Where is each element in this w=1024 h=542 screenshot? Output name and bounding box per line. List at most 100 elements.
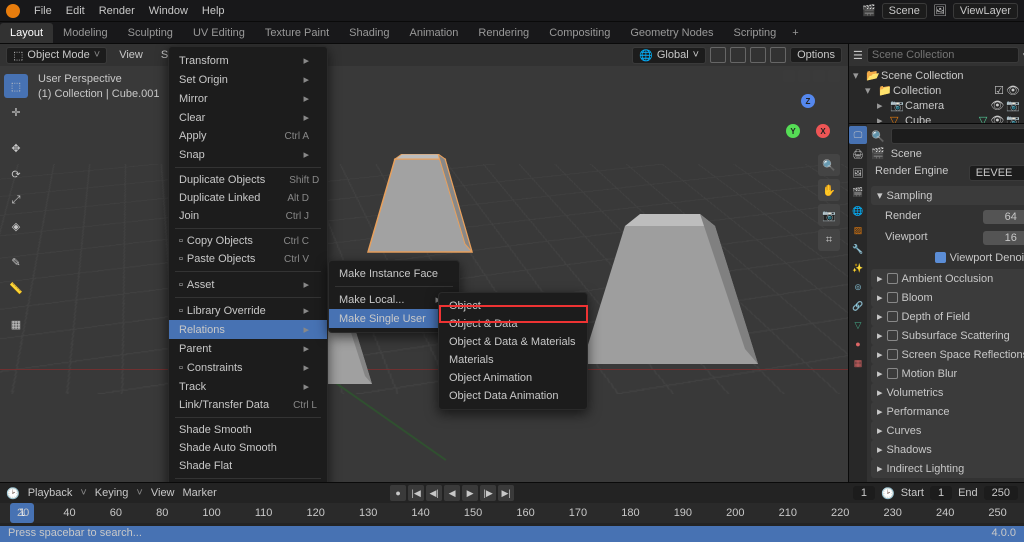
keyframe-prev-icon[interactable]: ◀| [426, 485, 442, 501]
output-tab-icon[interactable]: 🖨 [849, 145, 867, 163]
mi-relations[interactable]: Relations▸ [169, 320, 327, 339]
mi-object-data[interactable]: Object & Data [439, 315, 587, 333]
menu-file[interactable]: File [28, 3, 58, 19]
orientation-selector[interactable]: 🌐 Global ˅ [632, 47, 706, 64]
mi-constraints[interactable]: ▫Constraints▸ [169, 358, 327, 377]
panel-depth-of-field[interactable]: ▸Depth of Field [871, 307, 1024, 326]
viewlayer-tab-icon[interactable]: 🖼 [849, 164, 867, 182]
gizmo-z-icon[interactable]: Z [801, 94, 815, 108]
modifier-tab-icon[interactable]: 🔧 [849, 240, 867, 258]
outliner-tree[interactable]: ▾📂Scene Collection▾📁Collection☑👁▸📷Camera… [849, 66, 1024, 123]
tl-menu-view[interactable]: View [151, 487, 175, 499]
mi-apply[interactable]: ApplyCtrl A [169, 127, 327, 145]
ws-rendering[interactable]: Rendering [468, 23, 539, 43]
add-workspace-button[interactable]: + [786, 25, 804, 41]
tl-menu-marker[interactable]: Marker [183, 487, 217, 499]
mi-asset[interactable]: ▫Asset▸ [169, 275, 327, 294]
sampling-panel-header[interactable]: ▾Sampling [871, 186, 1024, 205]
ws-uv-editing[interactable]: UV Editing [183, 23, 255, 43]
panel-subsurface-scattering[interactable]: ▸Subsurface Scattering [871, 326, 1024, 345]
search-icon[interactable]: 🔍 [871, 130, 885, 143]
tree-scene-collection[interactable]: ▾📂Scene Collection [849, 68, 1024, 83]
timeline-editor-icon[interactable]: 🕑 [6, 487, 20, 500]
menu-help[interactable]: Help [196, 3, 231, 19]
ws-modeling[interactable]: Modeling [53, 23, 118, 43]
mi-copy-objects[interactable]: ▫Copy ObjectsCtrl C [169, 232, 327, 250]
jump-end-icon[interactable]: ▶| [498, 485, 514, 501]
tree-camera[interactable]: ▸📷Camera👁📷 [849, 98, 1024, 113]
data-tab-icon[interactable]: ▽ [849, 316, 867, 334]
cursor-tool[interactable]: ✛ [4, 100, 28, 124]
mi-object-animation[interactable]: Object Animation [439, 369, 587, 387]
constraint-tab-icon[interactable]: 🔗 [849, 297, 867, 315]
camera-view-icon[interactable]: 📷 [818, 204, 840, 226]
vp-menu-view[interactable]: View [113, 47, 149, 63]
menu-window[interactable]: Window [143, 3, 194, 19]
timeline-panel[interactable]: 🕑 Playback ˅ Keying ˅ View Marker ● |◀ ◀… [0, 482, 1024, 526]
ws-compositing[interactable]: Compositing [539, 23, 620, 43]
autokey-icon[interactable]: ● [390, 485, 406, 501]
mi-make-instance-face[interactable]: Make Instance Face [329, 265, 459, 283]
ws-texture-paint[interactable]: Texture Paint [255, 23, 339, 43]
render-samples-value[interactable]: 64 [983, 210, 1024, 224]
mi-materials[interactable]: Materials [439, 351, 587, 369]
move-tool[interactable]: ✥ [4, 136, 28, 160]
mi-parent[interactable]: Parent▸ [169, 339, 327, 358]
texture-tab-icon[interactable]: ▦ [849, 354, 867, 372]
tree-cube[interactable]: ▸▽Cube▽👁📷 [849, 113, 1024, 123]
jump-start-icon[interactable]: |◀ [408, 485, 424, 501]
start-frame-field[interactable]: 1 [930, 486, 952, 500]
mi-shade-flat[interactable]: Shade Flat [169, 457, 327, 475]
mi-join[interactable]: JoinCtrl J [169, 207, 327, 225]
denoise-checkbox[interactable] [935, 252, 946, 263]
scene-name-field[interactable]: Scene [882, 3, 927, 19]
hi-4[interactable] [828, 70, 840, 82]
pan-icon[interactable]: ✋ [818, 179, 840, 201]
timeline-ruler[interactable]: 1 20406080100110120130140150160170180190… [0, 503, 1024, 523]
menu-edit[interactable]: Edit [60, 3, 91, 19]
ws-layout[interactable]: Layout [0, 23, 53, 43]
persp-toggle-icon[interactable]: ⌗ [818, 229, 840, 251]
overlay-toggle-icon[interactable] [750, 47, 766, 63]
outliner-filter-field[interactable] [867, 47, 1019, 63]
keyframe-next-icon[interactable]: |▶ [480, 485, 496, 501]
hi-3[interactable] [813, 70, 825, 82]
mi-set-origin[interactable]: Set Origin▸ [169, 70, 327, 89]
mi-library-override[interactable]: ▫Library Override▸ [169, 301, 327, 320]
tree-collection[interactable]: ▾📁Collection☑👁 [849, 83, 1024, 98]
mi-object-data-animation[interactable]: Object Data Animation [439, 387, 587, 405]
mi-object-data-materials[interactable]: Object & Data & Materials [439, 333, 587, 351]
panel-bloom[interactable]: ▸Bloom [871, 288, 1024, 307]
panel-ambient-occlusion[interactable]: ▸Ambient Occlusion [871, 269, 1024, 288]
tl-menu-keying[interactable]: Keying [95, 487, 129, 499]
xray-toggle-icon[interactable] [770, 47, 786, 63]
ws-sculpting[interactable]: Sculpting [118, 23, 183, 43]
viewport-samples-value[interactable]: 16 [983, 231, 1024, 245]
world-tab-icon[interactable]: 🌐 [849, 202, 867, 220]
menu-render[interactable]: Render [93, 3, 141, 19]
physics-tab-icon[interactable]: ⊚ [849, 278, 867, 296]
object-context-menu[interactable]: Transform▸Set Origin▸Mirror▸Clear▸ApplyC… [168, 46, 328, 482]
panel-shadows[interactable]: ▸Shadows [871, 440, 1024, 459]
ws-animation[interactable]: Animation [400, 23, 469, 43]
mi-duplicate-objects[interactable]: Duplicate ObjectsShift D [169, 171, 327, 189]
zoom-icon[interactable]: 🔍 [818, 154, 840, 176]
preview-range-icon[interactable]: 🕑 [881, 487, 895, 500]
snap-icon[interactable] [710, 47, 726, 63]
mi-clear[interactable]: Clear▸ [169, 108, 327, 127]
mi-duplicate-linked[interactable]: Duplicate LinkedAlt D [169, 189, 327, 207]
viewlayer-name-field[interactable]: ViewLayer [953, 3, 1018, 19]
tl-menu-playback[interactable]: Playback [28, 487, 73, 499]
select-box-tool[interactable]: ⬚ [4, 74, 28, 98]
play-icon[interactable]: ▶ [462, 485, 478, 501]
panel-motion-blur[interactable]: ▸Motion Blur [871, 364, 1024, 383]
ws-shading[interactable]: Shading [339, 23, 399, 43]
mi-snap[interactable]: Snap▸ [169, 145, 327, 164]
mi-shade-auto-smooth[interactable]: Shade Auto Smooth [169, 439, 327, 457]
mi-link-transfer-data[interactable]: Link/Transfer DataCtrl L [169, 396, 327, 414]
mi-shade-smooth[interactable]: Shade Smooth [169, 421, 327, 439]
render-engine-select[interactable]: EEVEE˅ [969, 165, 1024, 181]
mi-paste-objects[interactable]: ▫Paste ObjectsCtrl V [169, 250, 327, 268]
end-frame-field[interactable]: 250 [984, 486, 1018, 500]
object-tab-icon[interactable]: ▨ [849, 221, 867, 239]
